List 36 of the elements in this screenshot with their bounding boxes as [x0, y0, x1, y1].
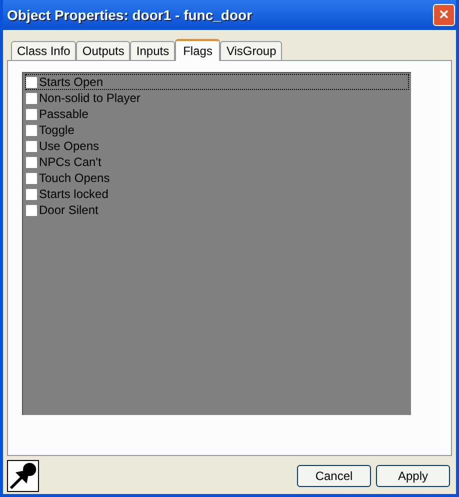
checkbox[interactable] [26, 156, 37, 168]
flag-label: Use Opens [39, 140, 100, 152]
flag-label: Starts locked [39, 188, 108, 200]
flag-item[interactable]: Door Silent [25, 202, 409, 218]
flag-label: Touch Opens [39, 172, 110, 184]
dialog-button[interactable]: Apply [376, 465, 450, 487]
tab[interactable]: Outputs [76, 41, 130, 60]
flag-label: Passable [39, 108, 88, 120]
checkbox[interactable] [26, 124, 37, 136]
checkbox[interactable] [26, 188, 37, 200]
tab[interactable]: Flags [175, 39, 220, 61]
flag-label: NPCs Can't [39, 156, 102, 168]
flag-item[interactable]: Non-solid to Player [25, 90, 409, 106]
flag-label: Starts Open [39, 76, 104, 88]
checkbox[interactable] [26, 172, 37, 184]
flag-item[interactable]: Starts locked [25, 186, 409, 202]
flag-item[interactable]: Toggle [25, 122, 409, 138]
tab[interactable]: VisGroup [220, 41, 282, 60]
close-button[interactable]: ✕ [433, 4, 455, 26]
flag-item[interactable]: Touch Opens [25, 170, 409, 186]
flag-item[interactable]: NPCs Can't [25, 154, 409, 170]
dialog-button[interactable]: Cancel [297, 465, 371, 487]
checkbox[interactable] [26, 108, 37, 120]
flag-item[interactable]: Passable [25, 106, 409, 122]
window-title: Object Properties: door1 - func_door [7, 6, 252, 25]
flag-item[interactable]: Use Opens [25, 138, 409, 154]
tab[interactable]: Class Info [11, 41, 76, 60]
checkbox[interactable] [26, 76, 37, 88]
tab[interactable]: Inputs [130, 41, 176, 60]
flag-label: Toggle [39, 124, 74, 136]
checkbox[interactable] [26, 140, 37, 152]
flag-item[interactable]: Starts Open [25, 74, 409, 90]
checkbox[interactable] [26, 92, 37, 104]
flag-label: Non-solid to Player [39, 92, 140, 104]
flag-label: Door Silent [39, 204, 98, 216]
checkbox[interactable] [26, 204, 37, 216]
